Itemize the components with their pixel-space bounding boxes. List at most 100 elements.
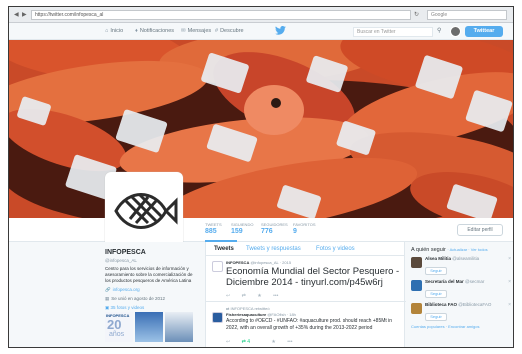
tweet-item[interactable]: ⇄ INFOPESCA retwitteó Fisheriesaquacultu… xyxy=(206,303,406,347)
nav-messages-label: Mensajes xyxy=(187,28,212,34)
follow-button[interactable]: Seguir xyxy=(425,313,447,321)
favorite-icon[interactable]: ★ xyxy=(271,339,275,345)
link-icon: 🔗 xyxy=(105,287,111,292)
profile-avatar[interactable] xyxy=(105,172,183,250)
more-icon[interactable]: ••• xyxy=(273,293,278,299)
tweet-header: Fisheriesaquaculture @FAOfish · 18h xyxy=(226,312,296,317)
search-icon[interactable]: ⚲ xyxy=(437,27,441,34)
suggestion-item: Secretaría del Mar @secmar Seguir × xyxy=(411,278,511,300)
tweet-author-name[interactable]: INFOPESCA xyxy=(226,260,249,265)
browser-window: ◀ ▶ https://twitter.com/infopesca_al ↻ G… xyxy=(8,6,514,348)
twitter-search-input[interactable]: Buscar en Twitter xyxy=(353,27,433,37)
dismiss-icon[interactable]: × xyxy=(508,279,511,285)
hashtag-icon: # xyxy=(215,28,219,34)
suggestion-name-row[interactable]: Secretaría del Mar @secmar xyxy=(425,279,511,285)
suggestion-handle: @secmar xyxy=(465,279,485,284)
back-icon[interactable]: ◀ xyxy=(14,10,19,20)
reload-icon[interactable]: ↻ xyxy=(414,10,419,20)
thumb-logo-anos: años xyxy=(109,331,125,338)
nav-discover[interactable]: # Descubre xyxy=(215,27,244,36)
who-to-follow-heading: A quién seguir xyxy=(411,247,446,253)
tweet-author-handle: @FAOfish · 18h xyxy=(267,312,296,317)
follow-button[interactable]: Seguir xyxy=(425,290,447,298)
calendar-icon: ▦ xyxy=(105,296,110,301)
retweet-icon[interactable]: ⇄ 4 xyxy=(242,339,260,345)
stat-followers[interactable]: Seguidores 776 xyxy=(261,222,293,237)
suggestion-name-row[interactable]: Alsea Militia @alseamilitia xyxy=(425,256,511,262)
follow-button[interactable]: Seguir xyxy=(425,267,447,275)
more-icon[interactable]: ••• xyxy=(287,339,292,345)
nav-home[interactable]: ⌂ Inicio xyxy=(105,27,123,36)
profile-sidebar: INFOPESCA @infopesca_AL Centro para los … xyxy=(105,248,197,342)
thumb-logo-years: 20 xyxy=(107,317,122,332)
dismiss-icon[interactable]: × xyxy=(508,256,511,262)
tweet-item[interactable]: INFOPESCA @infopesca_AL · 2015 Economía … xyxy=(206,257,406,302)
tweet-text: According to #OECD - #UNFAO: #aquacultur… xyxy=(226,318,393,331)
suggestion-avatar[interactable] xyxy=(411,257,422,268)
photos-videos-link[interactable]: ▣ 35 fotos y videos xyxy=(105,305,197,311)
forward-icon[interactable]: ▶ xyxy=(22,10,27,20)
photos-videos-label: 35 fotos y videos xyxy=(110,305,145,310)
who-to-follow-footer[interactable]: Cuentas populares · Encontrar amigos xyxy=(411,324,511,330)
browser-search-field[interactable]: Google xyxy=(427,10,507,20)
user-avatar[interactable] xyxy=(450,26,461,37)
reply-icon[interactable]: ↩ xyxy=(226,339,230,345)
profile-joined-row: ▦ Se unió en agosto de 2012 xyxy=(105,295,197,302)
suggestion-item: Alsea Militia @alseamilitia Seguir × xyxy=(411,255,511,277)
profile-stats-bar: Tweets 885 Siguiendo 159 Seguidores 776 … xyxy=(9,218,513,242)
suggestion-name-row[interactable]: Biblioteca FAO @BibliotecaFAO xyxy=(425,302,511,308)
suggestion-name: Secretaría del Mar xyxy=(425,279,464,284)
suggestion-avatar[interactable] xyxy=(411,280,422,291)
photo-thumb[interactable] xyxy=(135,312,163,342)
refresh-link[interactable]: Actualizar xyxy=(450,247,468,252)
profile-joined: Se unió en agosto de 2012 xyxy=(111,296,166,301)
browser-address-bar: ◀ ▶ https://twitter.com/infopesca_al ↻ G… xyxy=(9,7,513,23)
suggestion-handle: @alseamilitia xyxy=(452,256,480,261)
photo-thumb[interactable]: INFOPESCA 20 años xyxy=(105,312,133,342)
tweet-author-avatar[interactable] xyxy=(212,261,223,272)
profile-link[interactable]: infopesca.org xyxy=(113,287,140,292)
retweet-note-label: INFOPESCA retwitteó xyxy=(230,306,270,311)
stat-following[interactable]: Siguiendo 159 xyxy=(231,222,263,237)
retweet-icon[interactable]: ⇄ xyxy=(242,293,246,299)
tab-tweets[interactable]: Tweets xyxy=(214,245,234,254)
suggestion-name: Biblioteca FAO xyxy=(425,302,458,307)
stat-favorites-value: 9 xyxy=(293,228,297,235)
tab-photos-videos[interactable]: Fotos y videos xyxy=(316,245,355,254)
nav-notifications-label: Notificaciones xyxy=(139,28,175,34)
stat-favorites[interactable]: Favoritos 9 xyxy=(293,222,325,237)
profile-link-row: 🔗 infopesca.org xyxy=(105,286,197,293)
nav-home-label: Inicio xyxy=(110,28,124,34)
suggestion-name: Alsea Militia xyxy=(425,256,452,261)
tweet-actions: ↩ ⇄ ★ ••• xyxy=(226,293,288,300)
photo-thumbnails: INFOPESCA 20 años xyxy=(105,312,197,342)
twitter-top-nav: ⌂ Inicio ♦ Notificaciones ✉ Mensajes # Descu… xyxy=(9,23,513,40)
twitter-bird-icon[interactable] xyxy=(275,25,286,37)
retweet-count: 4 xyxy=(247,339,250,345)
favorite-icon[interactable]: ★ xyxy=(257,293,261,299)
stat-following-value: 159 xyxy=(231,228,243,235)
url-field[interactable]: https://twitter.com/infopesca_al xyxy=(31,10,411,20)
profile-name[interactable]: INFOPESCA xyxy=(105,248,197,257)
nav-messages[interactable]: ✉ Mensajes xyxy=(181,27,211,36)
view-all-link[interactable]: Ver todos xyxy=(471,247,488,252)
tweet-author-handle: @infopesca_AL · 2015 xyxy=(250,260,292,265)
dismiss-icon[interactable]: × xyxy=(508,302,511,308)
edit-profile-button[interactable]: Editar perfil xyxy=(457,224,503,236)
profile-header-image xyxy=(9,40,513,218)
tweet-actions: ↩ ⇄ 4 ★ ••• xyxy=(226,339,303,346)
nav-notifications[interactable]: ♦ Notificaciones xyxy=(135,27,174,36)
photo-thumb[interactable] xyxy=(165,312,193,342)
suggestion-avatar[interactable] xyxy=(411,303,422,314)
tweet-author-name[interactable]: Fisheriesaquaculture xyxy=(226,312,266,317)
tweet-text: Economía Mundial del Sector Pesquero - D… xyxy=(226,266,400,288)
timeline: Tweets Tweets y respuestas Fotos y video… xyxy=(205,242,406,347)
tweet-author-avatar[interactable] xyxy=(212,312,223,323)
envelope-icon: ✉ xyxy=(181,28,186,34)
tab-tweets-replies[interactable]: Tweets y respuestas xyxy=(246,245,301,254)
profile-handle[interactable]: @infopesca_AL xyxy=(105,257,197,264)
stat-followers-value: 776 xyxy=(261,228,273,235)
who-to-follow-title: A quién seguir · Actualizar · Ver todos xyxy=(411,247,488,253)
tweet-button[interactable]: Twittear xyxy=(465,26,503,37)
reply-icon[interactable]: ↩ xyxy=(226,293,230,299)
